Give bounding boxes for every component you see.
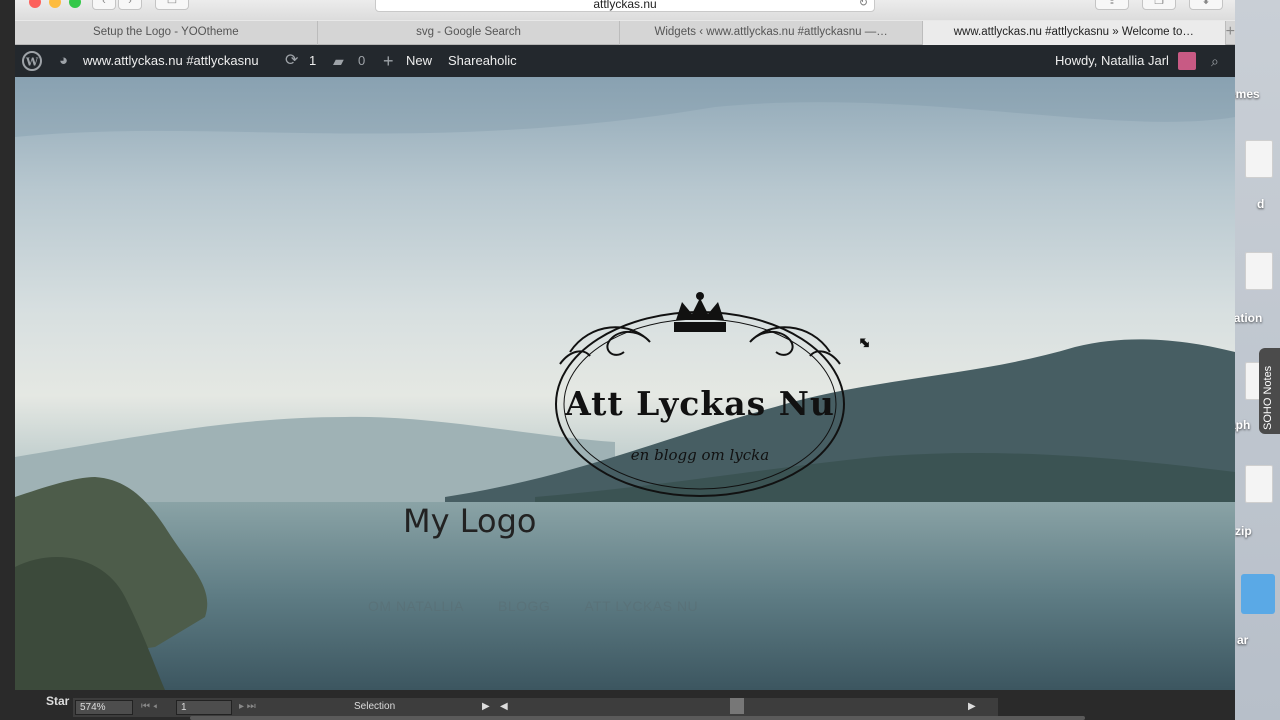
tab-bar: Setup the Logo - YOOtheme svg - Google S…: [15, 21, 1235, 45]
minimize-window-button[interactable]: [49, 0, 61, 8]
share-button[interactable]: ⇪: [1095, 0, 1129, 10]
tab-svg-search[interactable]: svg - Google Search: [318, 21, 621, 45]
horizontal-scroll-thumb[interactable]: [730, 698, 744, 714]
plus-icon: +: [383, 51, 394, 71]
desktop-label[interactable]: ration: [1235, 311, 1262, 325]
desktop-file-icon[interactable]: [1245, 465, 1273, 503]
browser-window: ‹ › ▭ attlyckas.nu ↻ ⇪ ❐ ⬇ Setup the Log…: [15, 0, 1235, 690]
tab-widgets[interactable]: Widgets ‹ www.attlyckas.nu #attlyckasnu …: [620, 21, 923, 45]
desktop-label[interactable]: ar: [1237, 633, 1248, 647]
zoom-window-button[interactable]: [69, 0, 81, 8]
browser-toolbar: ‹ › ▭ attlyckas.nu ↻ ⇪ ❐ ⬇: [15, 0, 1235, 20]
avatar[interactable]: [1178, 52, 1196, 70]
wordpress-logo-icon[interactable]: W: [21, 45, 43, 77]
artboard-field[interactable]: 1: [176, 700, 232, 715]
desktop-label[interactable]: emes: [1235, 87, 1260, 101]
bottom-strip: [190, 716, 1085, 720]
search-icon[interactable]: ⌕: [1211, 45, 1219, 77]
forward-button[interactable]: ›: [118, 0, 142, 10]
zoom-value: 574%: [80, 702, 106, 713]
main-menu: OM NATALLIA BLOGG ATT LYCKAS NU: [368, 598, 698, 614]
updates-icon[interactable]: ⟳: [285, 45, 298, 77]
tool-menu-arrow-icon[interactable]: ▶: [482, 701, 490, 712]
soho-notes-label[interactable]: SOHO Notes: [1262, 366, 1274, 430]
tabs-overview-button[interactable]: ❐: [1142, 0, 1176, 10]
zoom-field[interactable]: 574%: [75, 700, 133, 715]
desktop-file-icon[interactable]: [1245, 140, 1273, 178]
artboard-value: 1: [181, 702, 187, 713]
first-artboard-icon[interactable]: ⏮ ◂: [141, 701, 157, 712]
hero-section: Att Lyckas Nu en blogg om lycka ⬌ My Log…: [15, 77, 1235, 690]
updates-count[interactable]: 1: [309, 45, 316, 77]
comments-count[interactable]: 0: [358, 45, 365, 77]
menu-item-blogg[interactable]: BLOGG: [498, 598, 550, 614]
address-url: attlyckas.nu: [593, 0, 657, 11]
back-button[interactable]: ‹: [92, 0, 116, 10]
logo-title: Att Lyckas Nu: [565, 384, 835, 423]
desktop-label[interactable]: zip: [1235, 524, 1252, 538]
svg-text:W: W: [25, 56, 39, 69]
menu-item-att-lyckas-nu[interactable]: ATT LYCKAS NU: [584, 598, 698, 614]
desktop-label[interactable]: aph: [1235, 418, 1250, 432]
wp-admin-bar: W ◕ www.attlyckas.nu #attlyckasnu ⟳ 1 ▰ …: [15, 45, 1235, 77]
scroll-right-icon[interactable]: ▶: [968, 701, 976, 712]
current-tool-label: Selection: [354, 701, 396, 712]
start-label: Star: [46, 694, 70, 708]
new-tab-button[interactable]: +: [1226, 21, 1235, 44]
desktop-file-icon[interactable]: [1245, 252, 1273, 290]
dashboard-icon: ◕: [59, 52, 69, 69]
desktop-label[interactable]: d: [1257, 197, 1264, 211]
tab-setup-logo[interactable]: Setup the Logo - YOOtheme: [15, 21, 318, 45]
new-content-link[interactable]: New: [406, 45, 432, 77]
downloads-button[interactable]: ⬇: [1189, 0, 1223, 10]
tab-welcome[interactable]: www.attlyckas.nu #attlyckasnu » Welcome …: [922, 21, 1226, 45]
sidebar-button[interactable]: ▭: [155, 0, 189, 10]
scroll-left-icon[interactable]: ◀: [500, 701, 508, 712]
next-artboard-icon[interactable]: ▸ ⏭: [239, 701, 256, 712]
menu-item-om-natallia[interactable]: OM NATALLIA: [368, 598, 464, 614]
site-name-link[interactable]: www.attlyckas.nu #attlyckasnu: [83, 45, 259, 77]
illustrator-status-bar: 574% ⏮ ◂ 1 ▸ ⏭ Selection ▶ ◀ ▶: [73, 697, 998, 717]
account-greeting[interactable]: Howdy, Natallia Jarl: [1055, 45, 1169, 77]
my-logo-text[interactable]: My Logo: [403, 502, 536, 540]
close-window-button[interactable]: [29, 0, 41, 8]
comments-icon[interactable]: ▰: [333, 45, 344, 77]
shareaholic-link[interactable]: Shareaholic: [448, 45, 517, 77]
address-bar[interactable]: attlyckas.nu ↻: [375, 0, 875, 12]
logo-subtitle: en blogg om lycka: [630, 446, 770, 464]
reload-icon[interactable]: ↻: [859, 0, 868, 10]
desktop-folder-icon[interactable]: [1241, 574, 1275, 614]
